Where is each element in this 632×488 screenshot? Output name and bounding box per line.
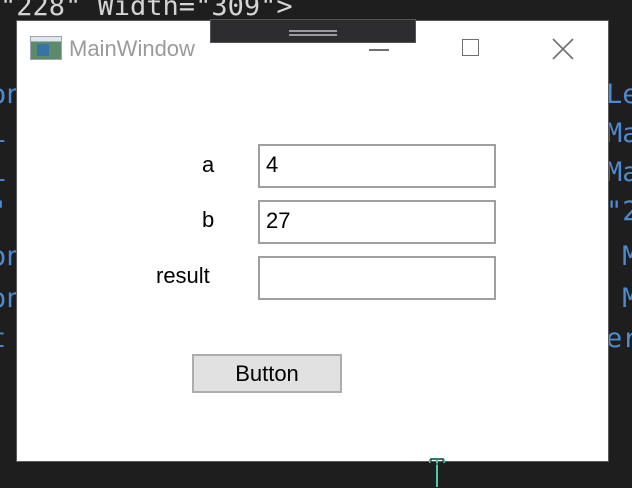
input-result[interactable] <box>258 256 496 300</box>
label-b: b <box>202 207 215 232</box>
code-fragment-right: Ma <box>606 118 632 149</box>
ibeam-cursor-icon <box>429 458 445 487</box>
code-fragment-left: i <box>0 156 6 190</box>
input-a[interactable]: 4 <box>258 144 496 188</box>
code-fragment-right: Le <box>606 79 632 110</box>
label-result: result <box>156 263 210 288</box>
code-fragment-left: " <box>0 195 6 229</box>
compute-button[interactable]: Button <box>192 354 342 393</box>
maximize-button[interactable] <box>435 21 505 77</box>
code-fragment-right: M <box>622 241 632 272</box>
close-button[interactable] <box>527 21 597 77</box>
code-fragment-left: i <box>0 117 6 151</box>
label-a: a <box>202 152 215 177</box>
close-icon <box>552 38 574 60</box>
code-fragment-right: er <box>606 323 632 354</box>
drag-handle[interactable] <box>210 19 416 43</box>
input-b[interactable]: 27 <box>258 200 496 244</box>
code-fragment-right: Ma <box>606 157 632 188</box>
code-fragment-left: t <box>0 322 6 356</box>
code-fragment-right: M <box>622 283 632 314</box>
main-window: MainWindow a b result 4 27 Button <box>16 20 609 462</box>
window-title: MainWindow <box>69 36 195 61</box>
app-icon <box>30 36 62 60</box>
code-fragment-right: "2 <box>606 196 632 227</box>
